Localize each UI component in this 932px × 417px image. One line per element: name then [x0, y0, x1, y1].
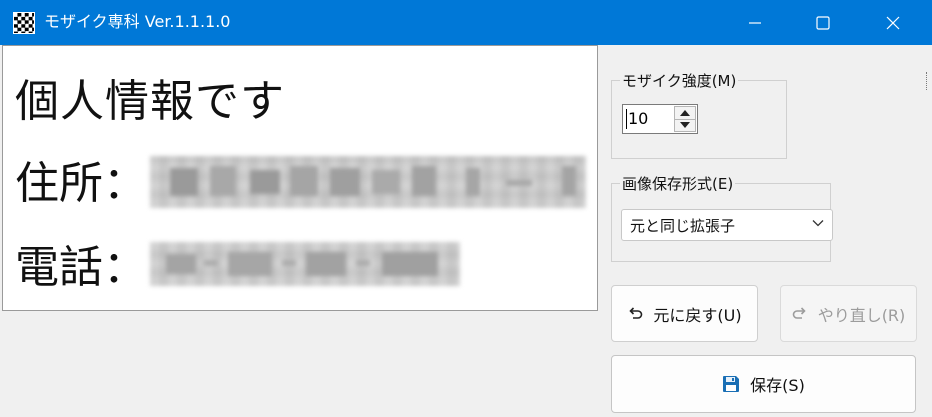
redo-icon	[792, 306, 806, 319]
floppy-disk-icon	[723, 376, 740, 392]
resize-grip	[926, 72, 929, 90]
undo-button[interactable]: 元に戻す(U)	[611, 285, 758, 342]
redo-label: やり直し(R)	[817, 305, 906, 325]
format-selected: 元と同じ拡張子	[630, 217, 736, 235]
phone-label: 電話：	[15, 242, 147, 293]
undo-icon	[629, 306, 643, 319]
title-bar: モザイク専科 Ver.1.1.1.0	[0, 0, 932, 45]
image-canvas[interactable]: 個人情報です 住所： 電話：	[2, 45, 598, 311]
maximize-icon	[816, 15, 830, 30]
close-button[interactable]	[870, 0, 916, 45]
minimize-button[interactable]	[732, 0, 778, 45]
minimize-icon	[749, 21, 761, 24]
stepper-down-button[interactable]	[674, 119, 696, 132]
maximize-button[interactable]	[800, 0, 846, 45]
stepper-up-button[interactable]	[674, 106, 696, 120]
app-icon	[13, 12, 35, 34]
chevron-down-icon	[812, 220, 824, 227]
format-label: 画像保存形式(E)	[620, 175, 736, 193]
strength-stepper[interactable]: 10	[622, 104, 698, 134]
canvas-heading: 個人情報です	[15, 76, 285, 127]
window-title: モザイク専科 Ver.1.1.1.0	[44, 12, 231, 31]
address-mosaic	[150, 156, 586, 208]
phone-mosaic	[150, 242, 460, 286]
address-label: 住所：	[15, 158, 147, 209]
format-dropdown[interactable]: 元と同じ拡張子	[621, 209, 833, 241]
save-button[interactable]: 保存(S)	[611, 355, 916, 413]
strength-label: モザイク強度(M)	[620, 72, 739, 90]
strength-value[interactable]: 10	[626, 109, 648, 129]
redo-button[interactable]: やり直し(R)	[780, 285, 917, 342]
save-label: 保存(S)	[750, 376, 805, 395]
close-icon	[886, 16, 900, 29]
undo-label: 元に戻す(U)	[653, 305, 742, 325]
caret-up-icon	[680, 109, 690, 116]
caret-down-icon	[680, 122, 690, 129]
